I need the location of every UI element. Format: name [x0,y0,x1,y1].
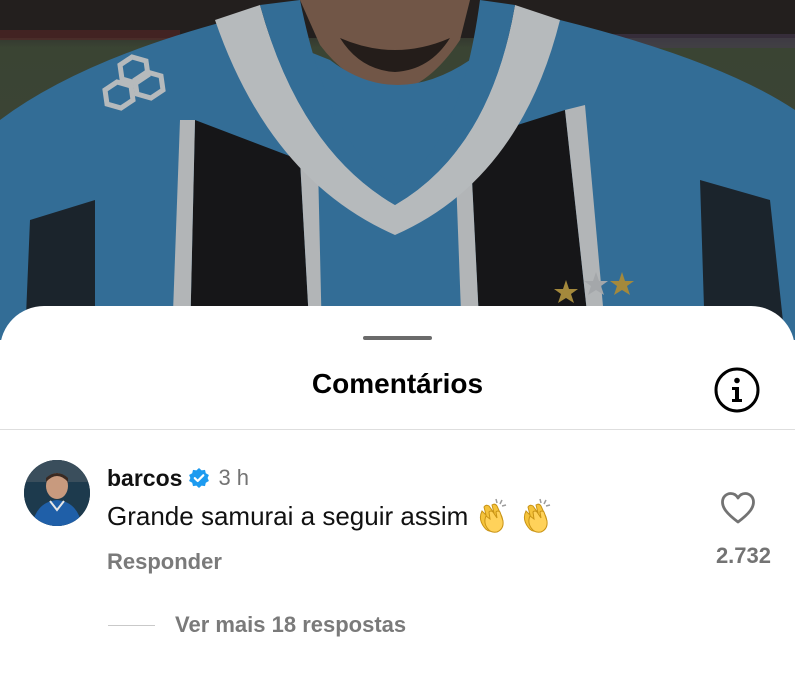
comment-text: Grande samurai a seguir assim [107,498,556,534]
clapping-hands-icon [518,497,556,535]
drag-handle[interactable] [363,336,432,340]
reply-button[interactable]: Responder [107,549,222,575]
clapping-hands-icon [474,497,512,535]
comments-sheet: Comentários barcos 3 h Grande samurai a … [0,306,795,675]
comment-body: Grande samurai a seguir assim [107,500,469,531]
view-more-replies-button[interactable]: Ver mais 18 respostas [175,612,406,638]
divider [0,429,795,430]
username[interactable]: barcos [107,465,182,492]
sheet-title: Comentários [311,368,484,399]
comment-time: 3 h [218,465,250,490]
background-photo [0,0,795,340]
replies-divider-line [108,625,155,626]
verified-badge-icon [188,467,210,489]
avatar[interactable] [24,460,90,526]
heart-outline-icon[interactable] [720,491,756,525]
info-icon[interactable] [713,366,761,414]
dim-overlay [0,0,795,340]
like-count: 2.732 [715,543,771,568]
comment-header: barcos 3 h [107,463,249,493]
